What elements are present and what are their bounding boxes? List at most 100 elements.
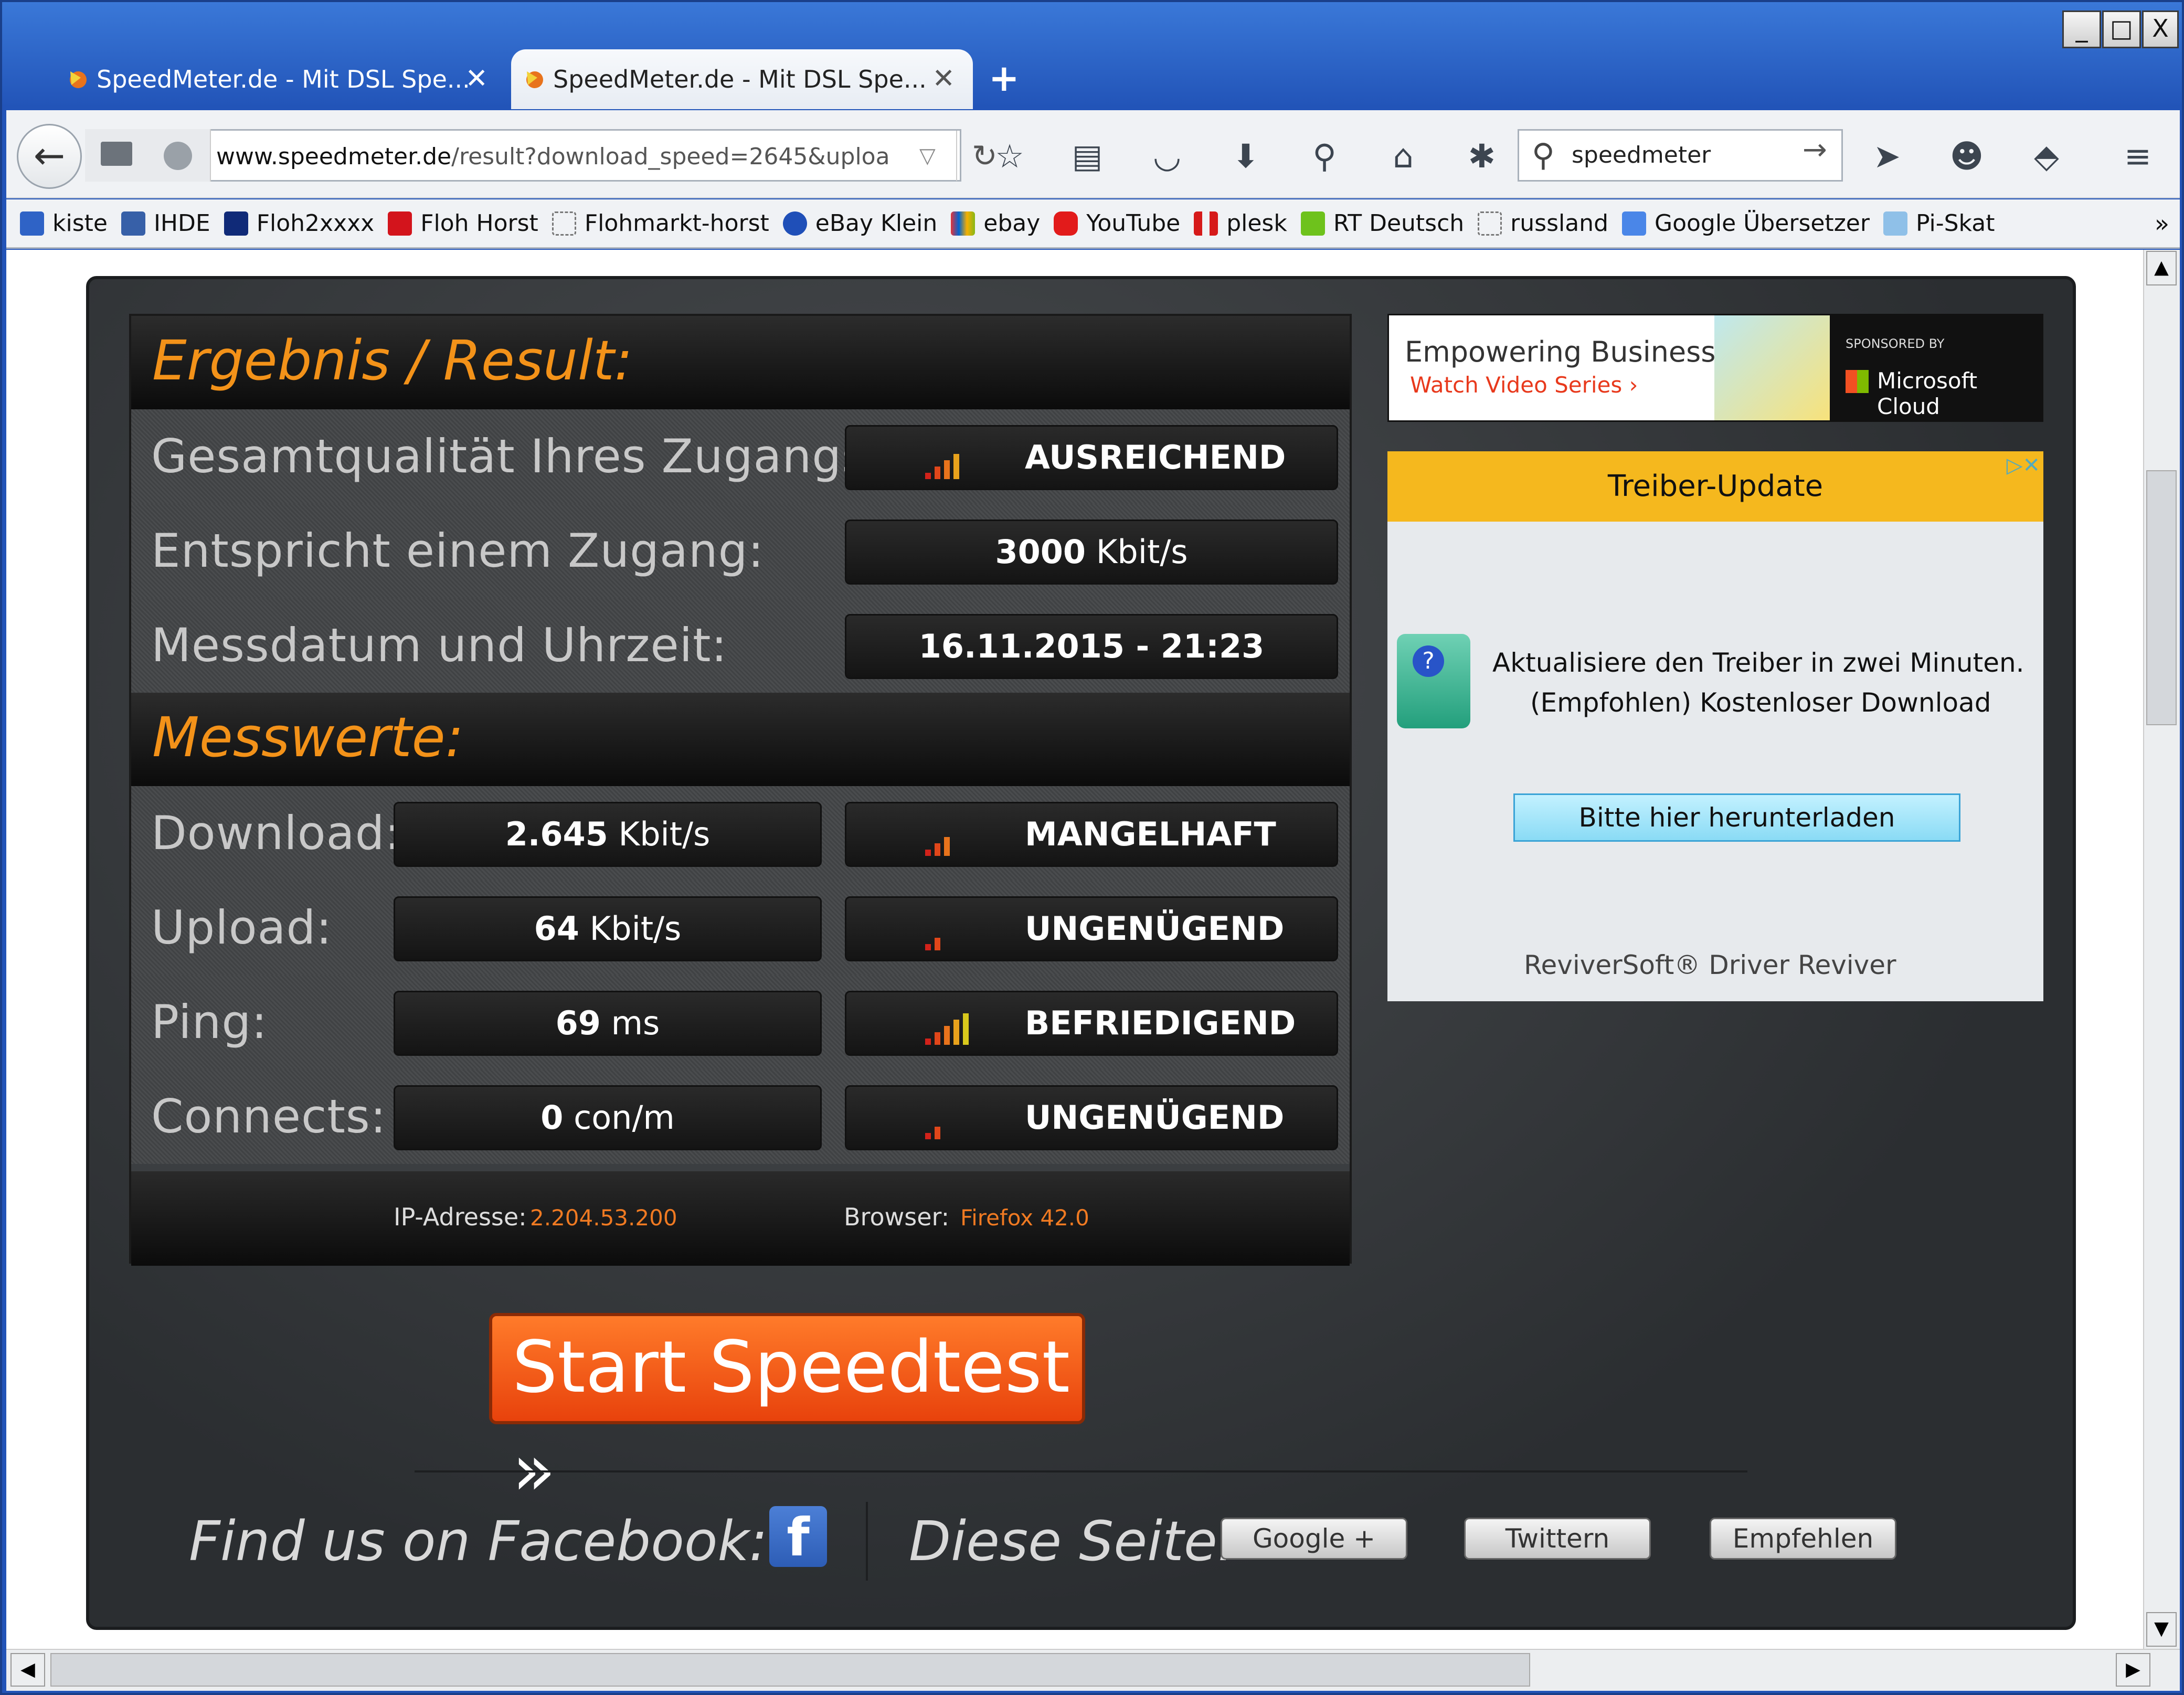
horizontal-scrollbar[interactable]: ◀ ▶ [6,1649,2180,1691]
ip-label: IP-Adresse: [394,1203,527,1231]
diese-seite-label: Diese Seite: [909,1509,1236,1573]
download-row: Download: 2.645 Kbit/s MANGELHAFT [131,786,1350,881]
maximize-button[interactable]: □ [2102,10,2141,48]
google-plus-button[interactable]: Google + [1221,1518,1407,1560]
bookmark-ebay[interactable]: ebay [951,210,1040,237]
bookmark-ihde[interactable]: IHDE [121,210,210,237]
bookmark-russland[interactable]: russland [1478,210,1608,237]
pocket-icon[interactable]: ◡ [1141,130,1193,183]
bookmark-star-icon[interactable]: ☆ [983,130,1036,183]
bookmark-ebay-klein[interactable]: eBay Klein [782,210,937,237]
upload-value: 64 Kbit/s [394,896,822,961]
facebook-label: Find us on Facebook: [189,1509,768,1573]
upload-label: Upload: [151,901,332,955]
driver-ad[interactable]: Treiber-Update ▷✕ ? Aktualisiere den Tre… [1387,451,2043,1001]
bookmark-plesk[interactable]: plesk [1194,210,1287,237]
close-tab-icon[interactable]: ✕ [932,63,955,94]
signal-bars-icon [925,1013,978,1045]
identity-box[interactable] [85,129,211,182]
datetime-value: 16.11.2015 - 21:23 [845,614,1338,679]
scroll-thumb[interactable] [2146,470,2177,725]
minimize-button[interactable]: _ [2062,10,2101,48]
url-bar[interactable]: www.speedmeter.de/result?download_speed=… [85,129,998,182]
facebook-icon[interactable]: f [769,1506,827,1568]
microsoft-logo-icon [1846,370,1869,393]
home-icon[interactable]: ⌂ [1377,130,1429,183]
ping-row: Ping: 69 ms BEFRIEDIGEND [131,975,1350,1069]
menu-icon[interactable]: ≡ [2112,130,2164,183]
bookmark-kiste[interactable]: kiste [20,210,108,237]
bookmark-flohmarkt-horst[interactable]: Flohmarkt-horst [552,210,769,237]
download-ad-button[interactable]: Bitte hier herunterladen [1513,793,1960,842]
page-icon [1478,211,1502,236]
close-tab-icon[interactable]: ✕ [465,63,488,94]
ihde-icon [121,211,145,236]
ping-label: Ping: [151,995,268,1049]
connects-row: Connects: 0 con/m UNGENÜGEND [131,1069,1350,1164]
ebay-icon [951,211,976,236]
hscroll-thumb[interactable] [50,1653,1530,1687]
tab-strip: SpeedMeter.de - Mit DSL Spe... ✕ SpeedMe… [13,46,2175,109]
gear-icon[interactable]: ✱ [1456,130,1508,183]
bag-icon [20,211,44,236]
start-speedtest-button[interactable]: Start Speedtest » [489,1313,1085,1512]
url-dropdown-icon[interactable]: ▽ [919,131,936,181]
tab-speedmeter-1[interactable]: SpeedMeter.de - Mit DSL Spe... ✕ [55,49,506,109]
ad-subtitle: Watch Video Series › [1410,372,1638,398]
new-tab-button[interactable]: + [989,57,1020,100]
microsoft-ad[interactable]: Empowering Business Watch Video Series ›… [1387,314,2043,422]
scroll-up-icon[interactable]: ▲ [2146,251,2177,285]
ip-value: 2.204.53.200 [530,1205,677,1231]
twitter-button[interactable]: Twittern [1464,1518,1651,1560]
globe-icon [164,142,192,170]
chat-icon[interactable]: ☻ [1941,130,1993,183]
rt-icon [1300,211,1325,236]
addon-icon[interactable]: ⬘ [2020,130,2073,183]
quality-row: Gesamtqualität Ihres Zugangs: AUSREICHEN… [131,409,1350,504]
result-box: Ergebnis / Result: Gesamtqualität Ihres … [129,314,1352,1266]
bookmark-rt-deutsch[interactable]: RT Deutsch [1300,210,1464,237]
datetime-label: Messdatum und Uhrzeit: [151,618,728,672]
search-tool-icon[interactable]: ⚲ [1298,130,1351,183]
scroll-down-icon[interactable]: ▼ [2146,1612,2177,1647]
ad-title: Empowering Business [1405,335,1716,368]
download-label: Download: [151,806,401,860]
browser-label: Browser: [844,1203,950,1231]
vertical-scrollbar[interactable]: ▲ ▼ [2143,250,2180,1649]
signal-bars-icon [925,919,978,950]
ad-sponsor-box: SPONSORED BY Microsoft Cloud [1830,315,2042,420]
datetime-row: Messdatum und Uhrzeit: 16.11.2015 - 21:2… [131,598,1350,693]
scroll-right-icon[interactable]: ▶ [2116,1653,2150,1687]
url-host: www.speedmeter.de [216,143,452,170]
bookmark-google-uebersetzer[interactable]: Google Übersetzer [1622,210,1870,237]
more-bookmarks-button[interactable]: » [2155,209,2169,238]
download-value: 2.645 Kbit/s [394,802,822,867]
search-input[interactable]: ⚲ speedmeter → [1518,129,1843,182]
floh-icon [224,211,248,236]
tab-title: SpeedMeter.de - Mit DSL Spe... [97,65,470,93]
bookmark-youtube[interactable]: YouTube [1054,210,1180,237]
bookmark-pi-skat[interactable]: Pi-Skat [1883,210,1995,237]
reading-list-icon[interactable]: ▤ [1061,130,1114,183]
bookmark-floh2xxxx[interactable]: Floh2xxxx [224,210,374,237]
download-rating: MANGELHAFT [845,802,1338,867]
ad-brand: Microsoft Cloud [1877,368,1978,419]
measurements-heading: Messwerte: [131,693,1350,786]
youtube-icon [1054,211,1078,236]
scroll-left-icon[interactable]: ◀ [10,1653,45,1687]
download-icon[interactable]: ⬇ [1220,130,1272,183]
close-window-button[interactable]: X [2142,10,2179,48]
send-icon[interactable]: ➤ [1861,130,1913,183]
search-go-icon[interactable]: → [1803,133,1827,167]
empfehlen-button[interactable]: Empfehlen [1710,1518,1896,1560]
signal-bars-icon [925,448,978,479]
back-button[interactable]: ← [17,124,82,189]
tab-speedmeter-2[interactable]: SpeedMeter.de - Mit DSL Spe... ✕ [511,49,973,109]
equivalent-value: 3000 Kbit/s [845,520,1338,585]
bookmark-floh-horst[interactable]: Floh Horst [388,210,538,237]
upload-rating: UNGENÜGEND [845,896,1338,961]
h-icon [388,211,412,236]
result-heading: Ergebnis / Result: [131,316,1350,409]
ad-choices-icon[interactable]: ▷✕ [2007,453,2040,478]
equivalent-label: Entspricht einem Zugang: [151,524,765,578]
